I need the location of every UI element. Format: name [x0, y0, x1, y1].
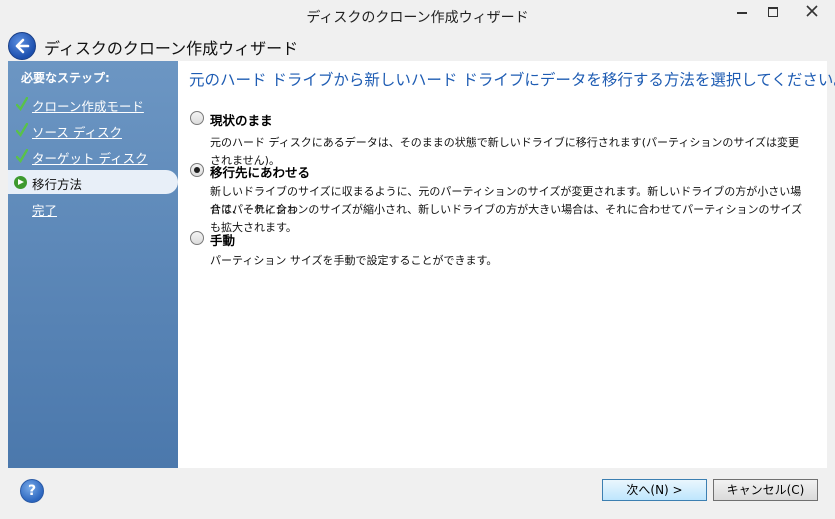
step-label: 完了: [32, 203, 58, 218]
next-button[interactable]: 次へ(N) >: [602, 479, 707, 501]
title-bar: ディスクのクローン作成ウィザード: [0, 0, 835, 32]
maximize-button[interactable]: [758, 0, 790, 22]
radio-as-is[interactable]: [190, 111, 204, 125]
option-description-manual: パーティション サイズを手動で設定することができます。: [210, 254, 498, 267]
option-label-manual[interactable]: 手動: [210, 230, 235, 249]
option-label-as-is[interactable]: 現状のまま: [210, 110, 273, 129]
step-label: ターゲット ディスク: [32, 151, 148, 166]
help-button[interactable]: ?: [20, 479, 44, 503]
page-title: ディスクのクローン作成ウィザード: [44, 39, 299, 58]
step-source-disk[interactable]: ソース ディスク: [8, 118, 178, 142]
checkmark-icon: [16, 123, 28, 137]
minimize-button[interactable]: [726, 0, 758, 22]
checkmark-icon: [16, 97, 28, 111]
step-label: ソース ディスク: [32, 125, 122, 140]
back-arrow-icon: [15, 38, 30, 54]
close-button[interactable]: [790, 0, 835, 22]
radio-manual[interactable]: [190, 231, 204, 245]
content-pane: 元のハード ドライブから新しいハード ドライブにデータを移行する方法を選択してく…: [178, 61, 835, 468]
wizard-header: ディスクのクローン作成ウィザード: [0, 31, 835, 61]
radio-fit-to-target[interactable]: [190, 163, 204, 177]
step-clone-mode[interactable]: クローン作成モード: [8, 92, 178, 116]
step-finish[interactable]: 完了: [8, 196, 178, 220]
cancel-button[interactable]: キャンセル(C): [713, 479, 818, 501]
steps-sidebar: 必要なステップ: クローン作成モード ソース ディスク ターゲット ディスク 移…: [8, 61, 178, 468]
step-target-disk[interactable]: ターゲット ディスク: [8, 144, 178, 168]
back-button[interactable]: [8, 32, 36, 60]
close-icon: [806, 5, 818, 17]
help-icon: ?: [27, 483, 37, 499]
checkmark-icon: [16, 149, 28, 163]
sidebar-title: 必要なステップ:: [21, 71, 110, 85]
step-migration-method[interactable]: 移行方法: [8, 170, 178, 194]
current-step-arrow-icon: [14, 176, 27, 189]
content-heading: 元のハード ドライブから新しいハード ドライブにデータを移行する方法を選択してく…: [189, 71, 835, 89]
option-description-fit-to-target-line2: せてパーティションのサイズが縮小され、新しいドライブの方が大きい場合は、それに合…: [210, 203, 803, 234]
step-label: クローン作成モード: [32, 99, 144, 114]
option-label-fit-to-target[interactable]: 移行先にあわせる: [210, 162, 310, 181]
window-title: ディスクのクローン作成ウィザード: [306, 10, 529, 26]
step-label: 移行方法: [32, 177, 83, 192]
